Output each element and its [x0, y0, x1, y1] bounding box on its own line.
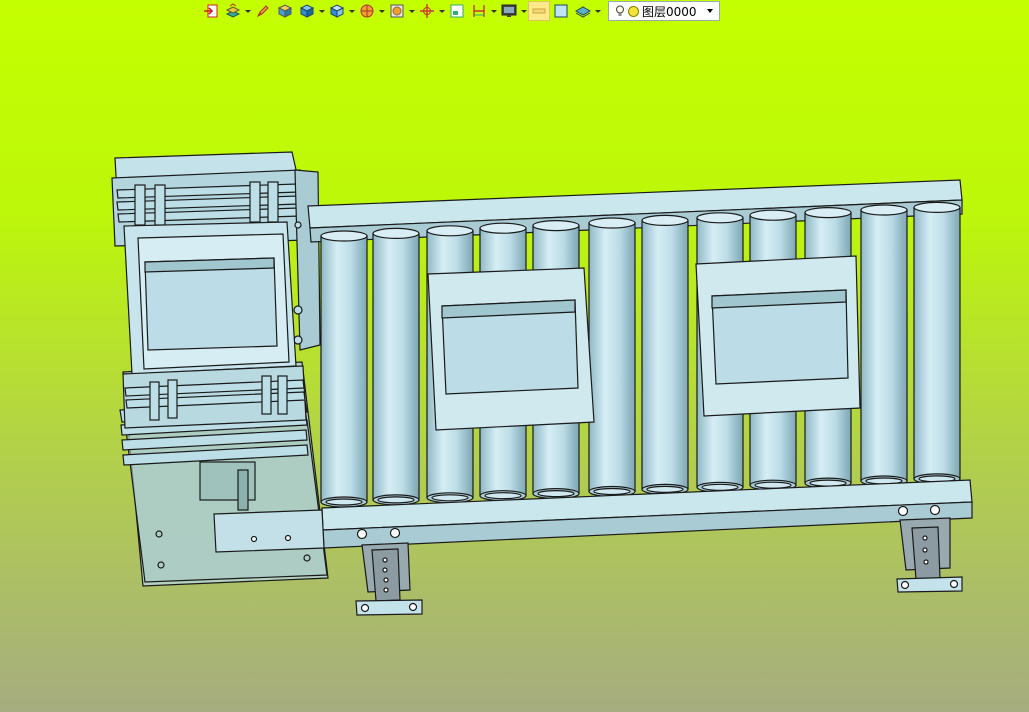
pencil-icon: [256, 5, 269, 18]
left-support-leg: [355, 542, 423, 616]
exit-icon: [204, 4, 218, 18]
triad-dropdown-arrow[interactable]: [438, 1, 446, 21]
feeder-display-panel: [123, 221, 297, 375]
roller[interactable]: [641, 214, 689, 495]
dimension-button[interactable]: [468, 1, 490, 21]
cube-icon: [299, 4, 315, 18]
frame-icon: [450, 4, 464, 18]
triad-button[interactable]: [416, 1, 438, 21]
conveyor-panel-1: [427, 267, 595, 431]
roller[interactable]: [860, 204, 908, 487]
layer-stack-button[interactable]: [222, 1, 244, 21]
box-shaded-icon: [277, 4, 293, 18]
highlight-icon: [532, 8, 546, 14]
pencil-button[interactable]: [252, 1, 274, 21]
render-box-icon: [390, 4, 404, 18]
layers-icon: [575, 6, 591, 18]
cube-view-dropdown-arrow[interactable]: [348, 1, 356, 21]
plane-icon: [554, 4, 568, 18]
sphere-section-icon: [360, 4, 374, 18]
cube-dropdown-arrow[interactable]: [318, 1, 326, 21]
monitor-dropdown-arrow[interactable]: [520, 1, 528, 21]
frame-button[interactable]: [446, 1, 468, 21]
feeder-mid-section: [122, 365, 307, 429]
layer-select-value: 图层0000: [642, 4, 697, 19]
layer-stack-icon: [225, 3, 241, 18]
roller[interactable]: [320, 230, 368, 508]
monitor-icon: [501, 4, 517, 17]
sphere-section-dropdown-arrow[interactable]: [378, 1, 386, 21]
sphere-section-button[interactable]: [356, 1, 378, 21]
layers-button[interactable]: [572, 1, 594, 21]
view-toolbar: 图层0000: [200, 0, 720, 22]
exit-button[interactable]: [200, 1, 222, 21]
cube-view-icon: [329, 4, 345, 18]
roller[interactable]: [913, 201, 961, 485]
roller-group: [320, 201, 961, 508]
roller[interactable]: [372, 227, 420, 506]
roller[interactable]: [588, 217, 636, 498]
render-box-dropdown-arrow[interactable]: [408, 1, 416, 21]
triad-icon: [420, 4, 434, 18]
dimension-icon: [473, 5, 485, 17]
box-shaded-button[interactable]: [274, 1, 296, 21]
layer-color-icon: [628, 5, 639, 17]
right-support-leg: [896, 517, 963, 593]
lightbulb-icon: [616, 5, 624, 16]
highlight-button[interactable]: [528, 1, 550, 21]
layer-stack-dropdown-arrow[interactable]: [244, 1, 252, 21]
monitor-button[interactable]: [498, 1, 520, 21]
layer-select[interactable]: 图层0000: [608, 1, 720, 21]
3d-viewport[interactable]: 图层0000: [0, 0, 1029, 712]
conveyor-model[interactable]: [0, 0, 1029, 712]
dimension-dropdown-arrow[interactable]: [490, 1, 498, 21]
conveyor-panel-2: [695, 255, 861, 417]
cube-view-button[interactable]: [326, 1, 348, 21]
layers-dropdown-arrow[interactable]: [594, 1, 602, 21]
chevron-down-icon: [707, 9, 713, 13]
plane-button[interactable]: [550, 1, 572, 21]
cube-button[interactable]: [296, 1, 318, 21]
render-box-button[interactable]: [386, 1, 408, 21]
